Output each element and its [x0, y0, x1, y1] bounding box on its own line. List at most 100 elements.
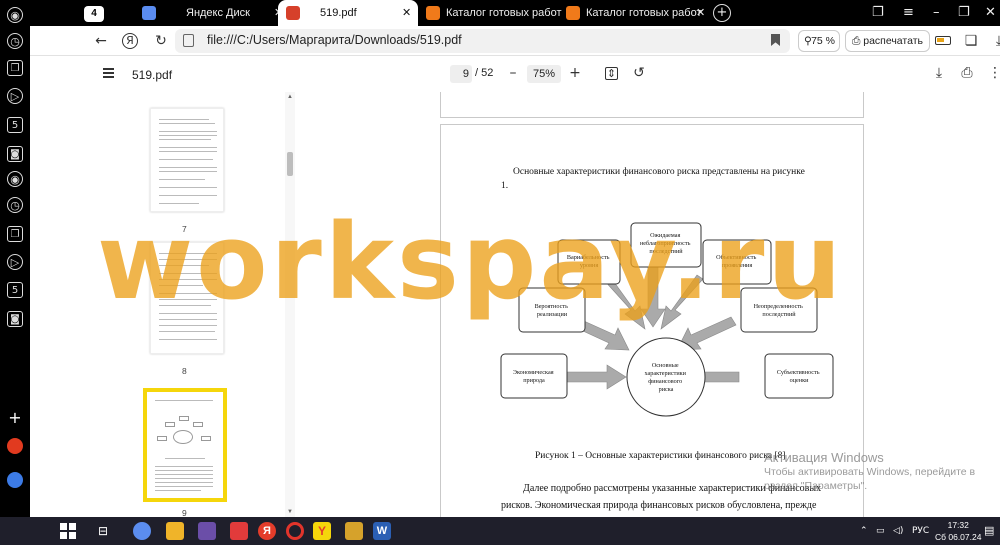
- scroll-down-icon[interactable]: ▼: [287, 509, 293, 515]
- address-text[interactable]: file:///C:/Users/Маргарита/Downloads/519…: [207, 33, 462, 47]
- taskbar: ⊟ Я Y W ⌃ ▭ ◁) РУС 17:32 Сб 06.07.24 ▤: [0, 517, 1000, 545]
- paint-icon[interactable]: [345, 522, 363, 540]
- opera-icon[interactable]: [286, 522, 304, 540]
- video-taskbar-icon[interactable]: [230, 522, 248, 540]
- collections-icon[interactable]: ❐: [7, 60, 23, 76]
- notes-icon[interactable]: 5: [7, 117, 23, 133]
- rotate-icon[interactable]: ↺: [630, 64, 648, 82]
- tab-519-pdf[interactable]: 519.pdf ✕: [278, 0, 418, 26]
- tab-close-icon[interactable]: ✕: [696, 0, 705, 26]
- page-total: / 52: [475, 67, 494, 79]
- play-icon[interactable]: ▷: [7, 88, 23, 104]
- camera-icon-2[interactable]: ◙: [7, 311, 23, 327]
- notifications-icon[interactable]: ▤: [984, 517, 994, 545]
- tab-close-icon[interactable]: ✕: [402, 0, 411, 26]
- zoom-out-icon[interactable]: –: [504, 64, 522, 82]
- yandex-icon[interactable]: ◉: [7, 7, 23, 23]
- catalog-icon: [566, 6, 580, 21]
- disk-icon: [142, 6, 156, 21]
- file-page-icon: [183, 34, 194, 47]
- thumbnail-page-8[interactable]: [150, 242, 224, 354]
- fit-page-icon[interactable]: ⇕: [605, 67, 618, 80]
- minimize-icon[interactable]: –: [933, 0, 940, 26]
- svg-text:Объективность проявлен: Объективность проявления: [716, 254, 758, 269]
- play-icon-2[interactable]: ▷: [7, 254, 23, 270]
- more-options-icon[interactable]: ⋮: [986, 64, 1000, 82]
- yandex-app-icon[interactable]: Y: [313, 522, 331, 540]
- windows-start-icon[interactable]: [60, 523, 76, 539]
- pdf-filename: 519.pdf: [132, 68, 173, 82]
- yandex-icon-2[interactable]: ◉: [7, 171, 23, 187]
- tab-catalog-2[interactable]: Каталог готовых работ ✕: [566, 0, 706, 26]
- tab-label: 519.pdf: [320, 7, 357, 19]
- yandex-button-icon[interactable]: Я: [122, 33, 138, 49]
- node-probability: [518, 287, 586, 333]
- print-button[interactable]: ⎙ распечатать: [845, 30, 930, 52]
- task-view-icon[interactable]: ⊟: [94, 522, 112, 540]
- tabs-menu-icon[interactable]: ❐: [872, 0, 884, 26]
- volume-icon[interactable]: ◁): [893, 517, 903, 545]
- catalog-icon: [426, 6, 440, 21]
- zoom-input[interactable]: 75%: [527, 65, 561, 83]
- yandex-disk-taskbar-icon[interactable]: [133, 522, 151, 540]
- thumbnail-scrollbar[interactable]: ▲ ▼: [285, 92, 295, 517]
- print-label: распечатать: [863, 35, 923, 47]
- tab-label: Яндекс Диск: [186, 7, 250, 19]
- tab-group[interactable]: 4: [84, 0, 124, 26]
- camera-icon[interactable]: ◙: [7, 146, 23, 162]
- tray-expand-icon[interactable]: ⌃: [860, 517, 868, 545]
- tab-label: Каталог готовых работ: [586, 7, 702, 19]
- figure-caption: Рисунок 1 – Основные характеристики фина…: [535, 451, 786, 461]
- zoom-in-icon[interactable]: +: [566, 64, 584, 82]
- zoom-indicator[interactable]: ⚲ 75 %: [798, 30, 840, 52]
- back-icon[interactable]: ←: [92, 32, 110, 50]
- node-uncertainty: [740, 287, 818, 333]
- scrollbar-thumb[interactable]: [287, 152, 293, 176]
- tab-label: Каталог готовых работ: [446, 7, 562, 19]
- new-tab-button[interactable]: +: [713, 4, 731, 22]
- reload-icon[interactable]: ↻: [152, 32, 170, 50]
- clock-time: 17:32: [947, 520, 969, 530]
- menu-icon[interactable]: ≡: [903, 0, 914, 26]
- tab-group-counter: 4: [84, 6, 104, 22]
- thumbnail-page-9[interactable]: [143, 388, 227, 502]
- downloads-icon[interactable]: ⤓: [990, 32, 1000, 50]
- bookmark-icon[interactable]: [771, 34, 780, 46]
- print-icon[interactable]: ⎙: [958, 64, 976, 82]
- page-number-input[interactable]: 9: [450, 65, 472, 83]
- arrow-top: [640, 260, 666, 328]
- sidebar-toggle-icon[interactable]: [103, 68, 114, 78]
- network-icon[interactable]: ▭: [876, 517, 885, 545]
- notes-icon-2[interactable]: 5: [7, 282, 23, 298]
- pdf-toolbar: 519.pdf 9 / 52 – 75% + ⇕ ↺ ⤓ ⎙ ⋮: [30, 57, 1000, 92]
- word-icon[interactable]: W: [373, 522, 391, 540]
- download-icon[interactable]: ⤓: [930, 64, 948, 82]
- language-indicator[interactable]: РУС: [912, 517, 929, 545]
- tab-catalog-1[interactable]: Каталог готовых работ: [426, 0, 562, 26]
- scroll-up-icon[interactable]: ▲: [287, 94, 293, 100]
- address-bar[interactable]: file:///C:/Users/Маргарита/Downloads/519…: [175, 29, 790, 53]
- node-subjectivity: [764, 353, 834, 399]
- zoom-search-icon: ⚲: [804, 35, 812, 47]
- restore-icon[interactable]: ❐: [958, 0, 970, 26]
- previous-page: [440, 92, 864, 118]
- app-icon-blue[interactable]: [7, 472, 23, 488]
- history-icon[interactable]: ◷: [7, 33, 23, 49]
- battery-icon[interactable]: [935, 36, 951, 45]
- collections-icon-2[interactable]: ❐: [7, 226, 23, 242]
- node-economic-nature: [500, 353, 568, 399]
- clock[interactable]: 17:32 Сб 06.07.24: [935, 519, 981, 543]
- thumbnail-page-7[interactable]: [150, 108, 224, 212]
- browser-sidebar: ◉ ◷ ❐ ▷ 5 ◙ ◉ ◷ ❐ ▷ 5 ◙ +: [0, 0, 30, 517]
- history-icon-2[interactable]: ◷: [7, 197, 23, 213]
- app-icon-red[interactable]: [7, 438, 23, 454]
- close-window-icon[interactable]: ✕: [985, 0, 996, 26]
- activation-title: Активация Windows: [764, 450, 884, 465]
- file-explorer-icon[interactable]: [166, 522, 184, 540]
- yandex-browser-icon[interactable]: Я: [258, 522, 276, 540]
- svg-text:Вероятность реализации: Вероятность реализации: [535, 303, 570, 318]
- add-icon[interactable]: +: [7, 410, 23, 426]
- extensions-icon[interactable]: ❏: [962, 32, 980, 50]
- app-taskbar-icon[interactable]: [198, 522, 216, 540]
- tab-yandex-disk[interactable]: Яндекс Диск ✕: [142, 0, 292, 26]
